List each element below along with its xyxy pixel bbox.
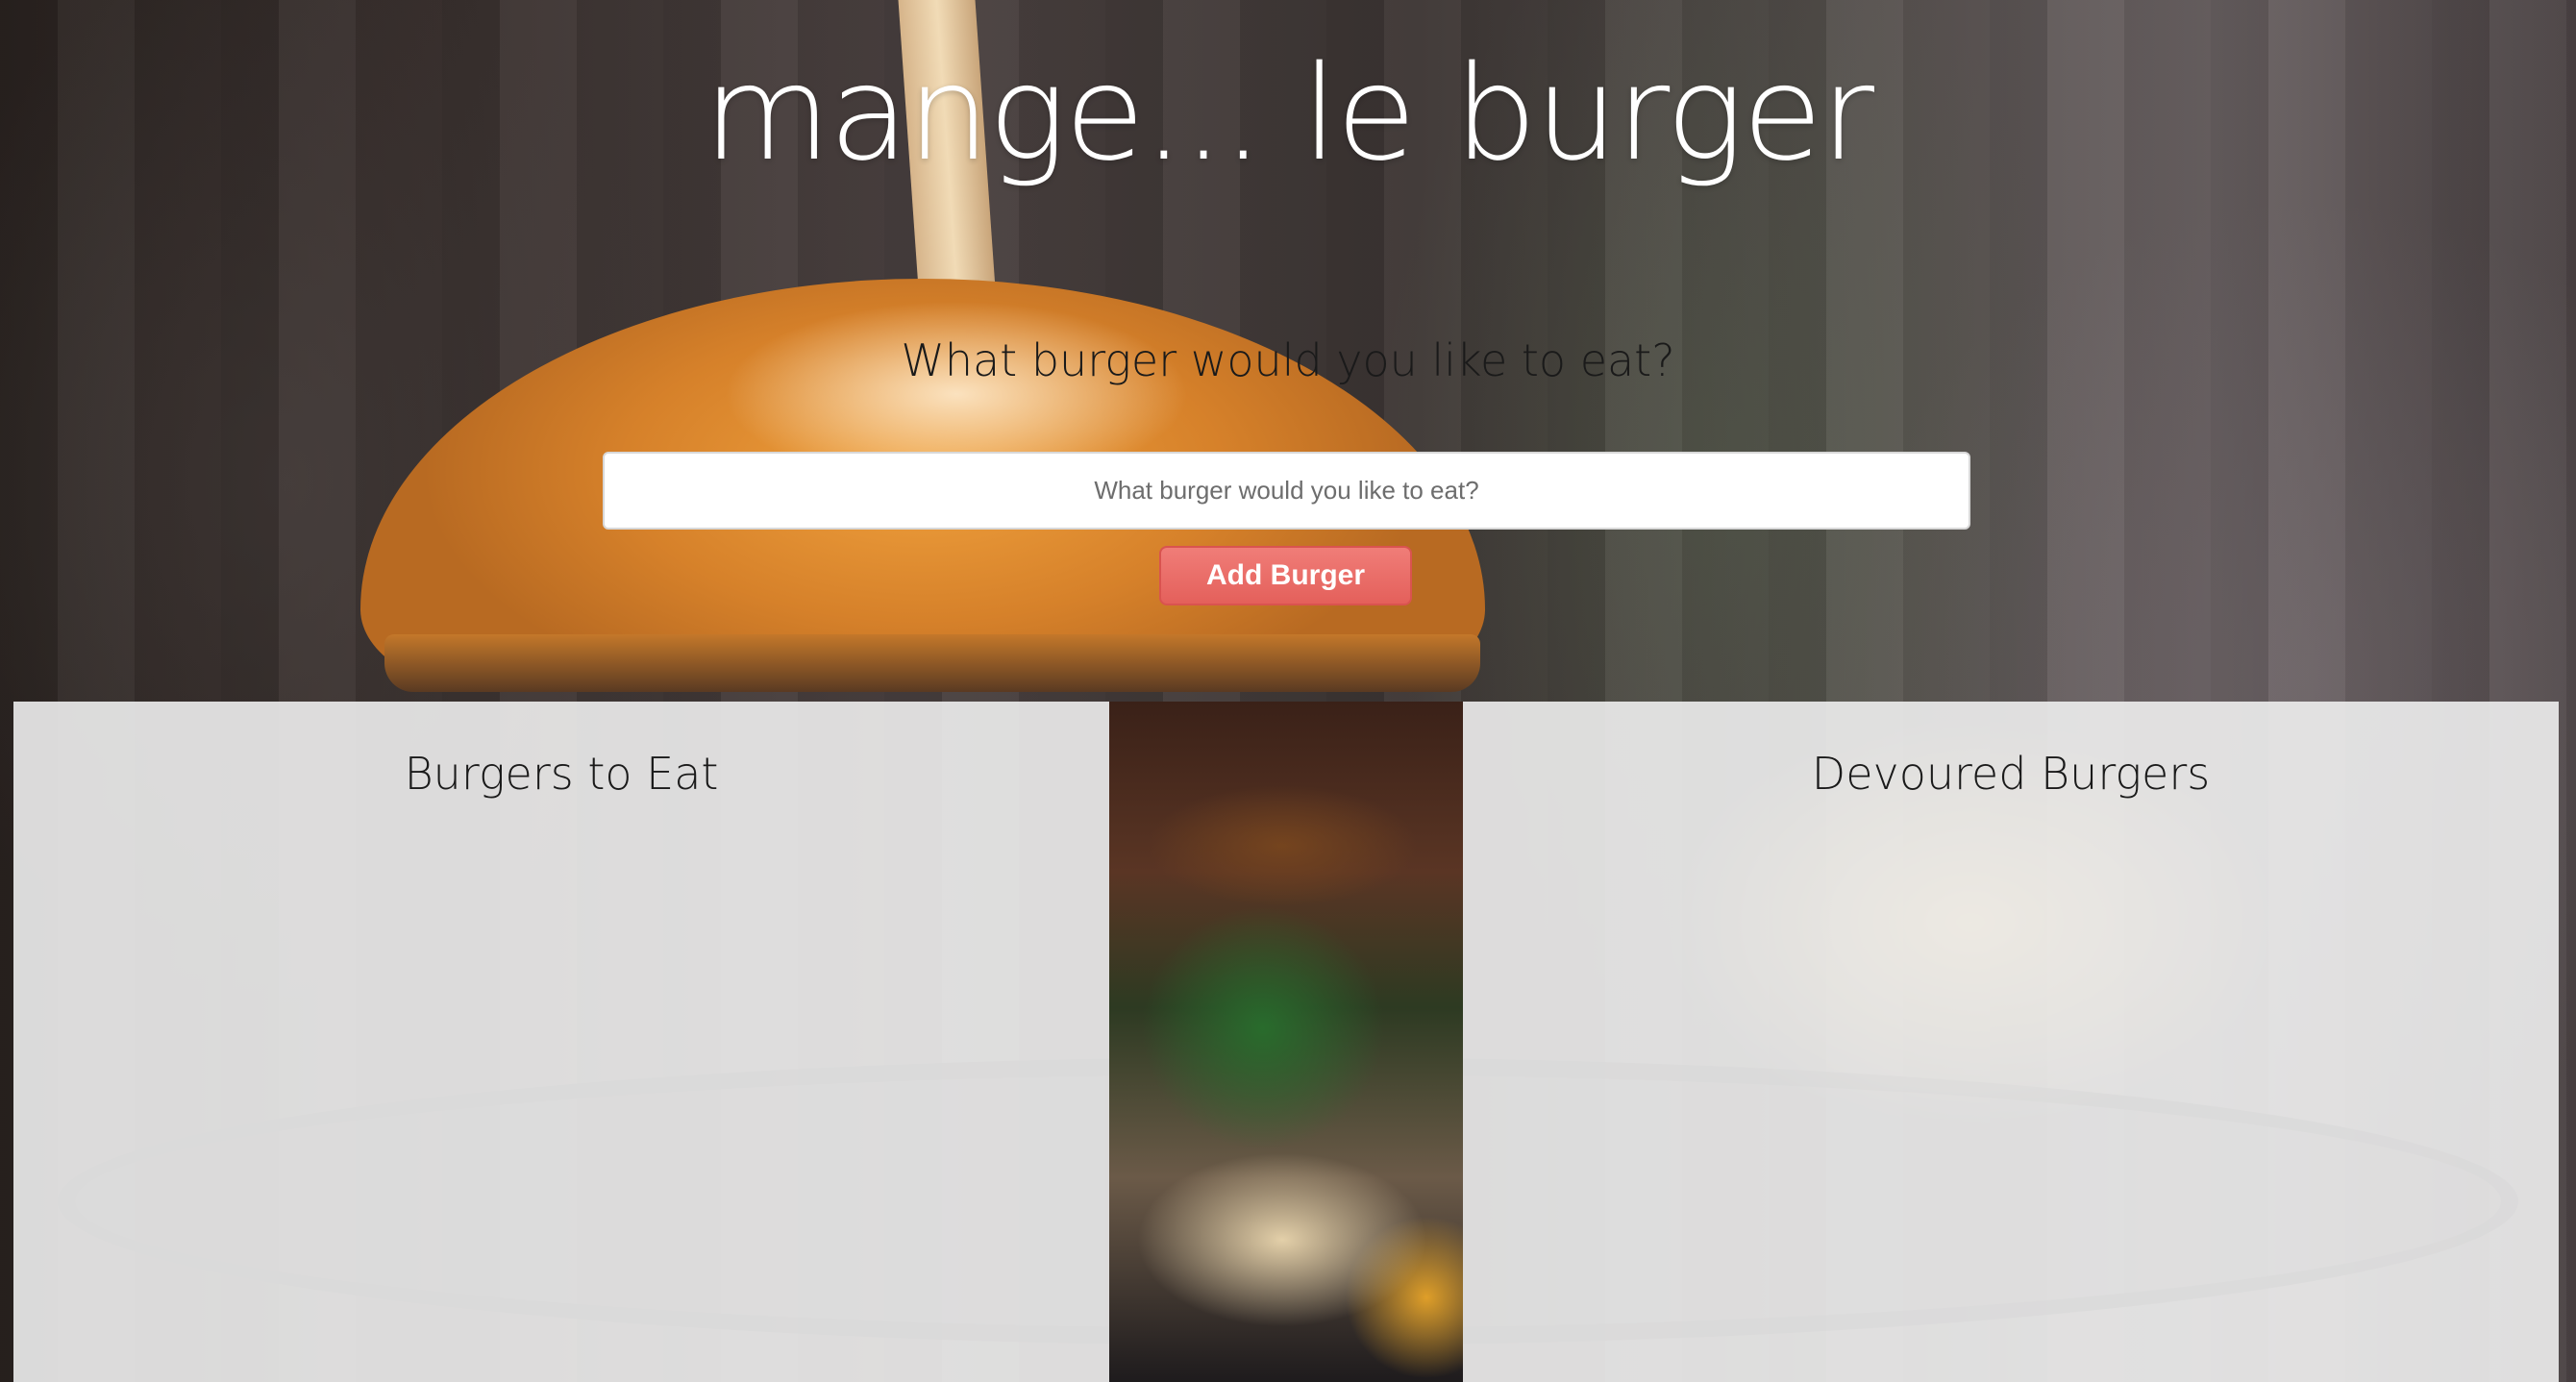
burger-prompt: What burger would you like to eat? <box>901 334 1675 386</box>
add-burger-button[interactable]: Add Burger <box>1159 546 1412 605</box>
burger-name-input[interactable] <box>603 452 1970 530</box>
devoured-burgers-panel: Devoured Burgers <box>1463 702 2559 1382</box>
burger-bun-edge <box>384 634 1480 692</box>
burger-filling <box>1109 702 1463 1382</box>
devoured-burgers-title: Devoured Burgers <box>1811 748 2211 800</box>
burgers-to-eat-panel: Burgers to Eat <box>13 702 1109 1382</box>
burgers-to-eat-title: Burgers to Eat <box>404 748 719 800</box>
page-title: mange... le burger <box>703 38 1874 190</box>
